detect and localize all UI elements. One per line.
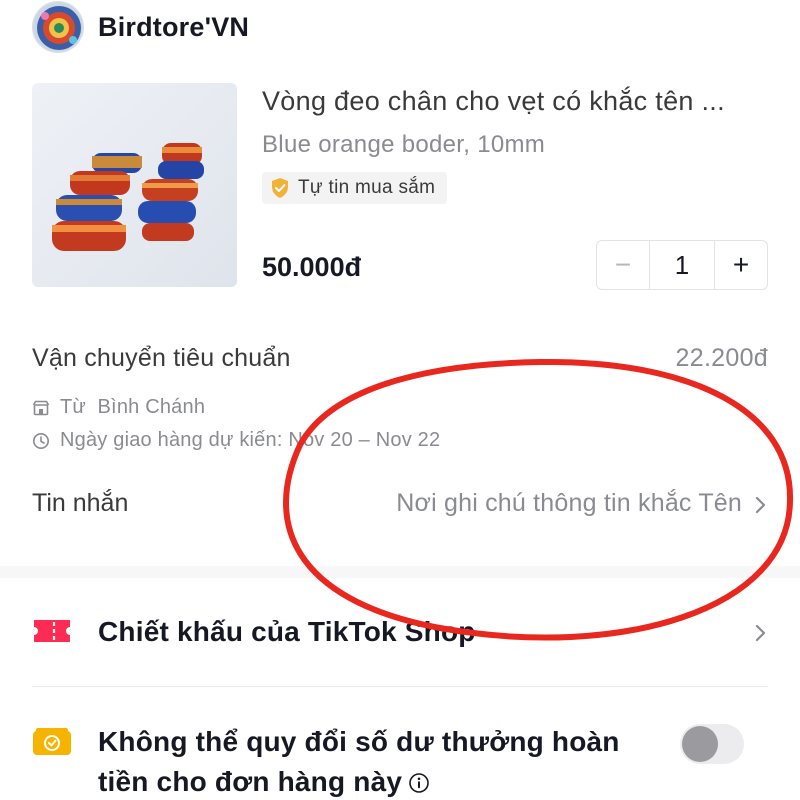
- row-divider: [32, 686, 768, 687]
- product-title[interactable]: Vòng đeo chân cho vẹt có khắc tên ...: [262, 86, 762, 117]
- product-image[interactable]: [32, 83, 237, 287]
- delivery-estimate-row: Ngày giao hàng dự kiến: Nov 20 – Nov 22: [32, 429, 440, 452]
- increment-button[interactable]: +: [715, 241, 767, 289]
- product-price: 50.000đ: [262, 252, 362, 282]
- ship-from-row: Từ Bình Chánh: [32, 396, 205, 419]
- ship-from-text: Từ Bình Chánh: [60, 396, 206, 418]
- shipping-fee: 22.200đ: [675, 344, 768, 372]
- decrement-button[interactable]: −: [597, 241, 649, 289]
- shop-avatar[interactable]: [32, 1, 84, 53]
- shield-check-icon: [272, 178, 288, 198]
- quantity-value[interactable]: 1: [649, 241, 715, 289]
- chevron-right-icon[interactable]: [754, 492, 768, 518]
- product-variant[interactable]: Blue orange boder, 10mm: [262, 131, 545, 159]
- toggle-knob: [682, 726, 718, 762]
- trust-badge: Tự tin mua sắm: [262, 172, 448, 204]
- shipping-method[interactable]: Vận chuyển tiêu chuẩn: [32, 344, 291, 373]
- message-label: Tin nhắn: [32, 489, 129, 517]
- coin-icon: [33, 728, 71, 755]
- section-divider: [0, 566, 800, 578]
- rewards-text: Không thể quy đổi số dư thưởng hoàn tiền…: [98, 726, 620, 797]
- discount-row[interactable]: Chiết khấu của TikTok Shop: [0, 578, 800, 686]
- rewards-toggle[interactable]: [680, 724, 744, 764]
- info-icon[interactable]: [408, 772, 430, 794]
- shop-name[interactable]: Birdtore'VN: [98, 12, 249, 43]
- shop-header[interactable]: Birdtore'VN: [32, 0, 249, 54]
- store-icon: [32, 400, 50, 415]
- shop-avatar-image: [33, 2, 83, 52]
- discount-label[interactable]: Chiết khấu của TikTok Shop: [98, 616, 476, 648]
- trust-badge-label: Tự tin mua sắm: [298, 177, 436, 198]
- clock-icon: [33, 432, 49, 449]
- ticket-icon: [34, 620, 70, 642]
- delivery-estimate-text: Ngày giao hàng dự kiến: Nov 20 – Nov 22: [60, 429, 441, 451]
- rewards-row: Không thể quy đổi số dư thưởng hoàn tiền…: [98, 722, 658, 800]
- message-input[interactable]: Nơi ghi chú thông tin khắc Tên: [396, 489, 742, 518]
- chevron-right-icon[interactable]: [754, 620, 768, 646]
- quantity-stepper[interactable]: − 1 +: [596, 240, 768, 290]
